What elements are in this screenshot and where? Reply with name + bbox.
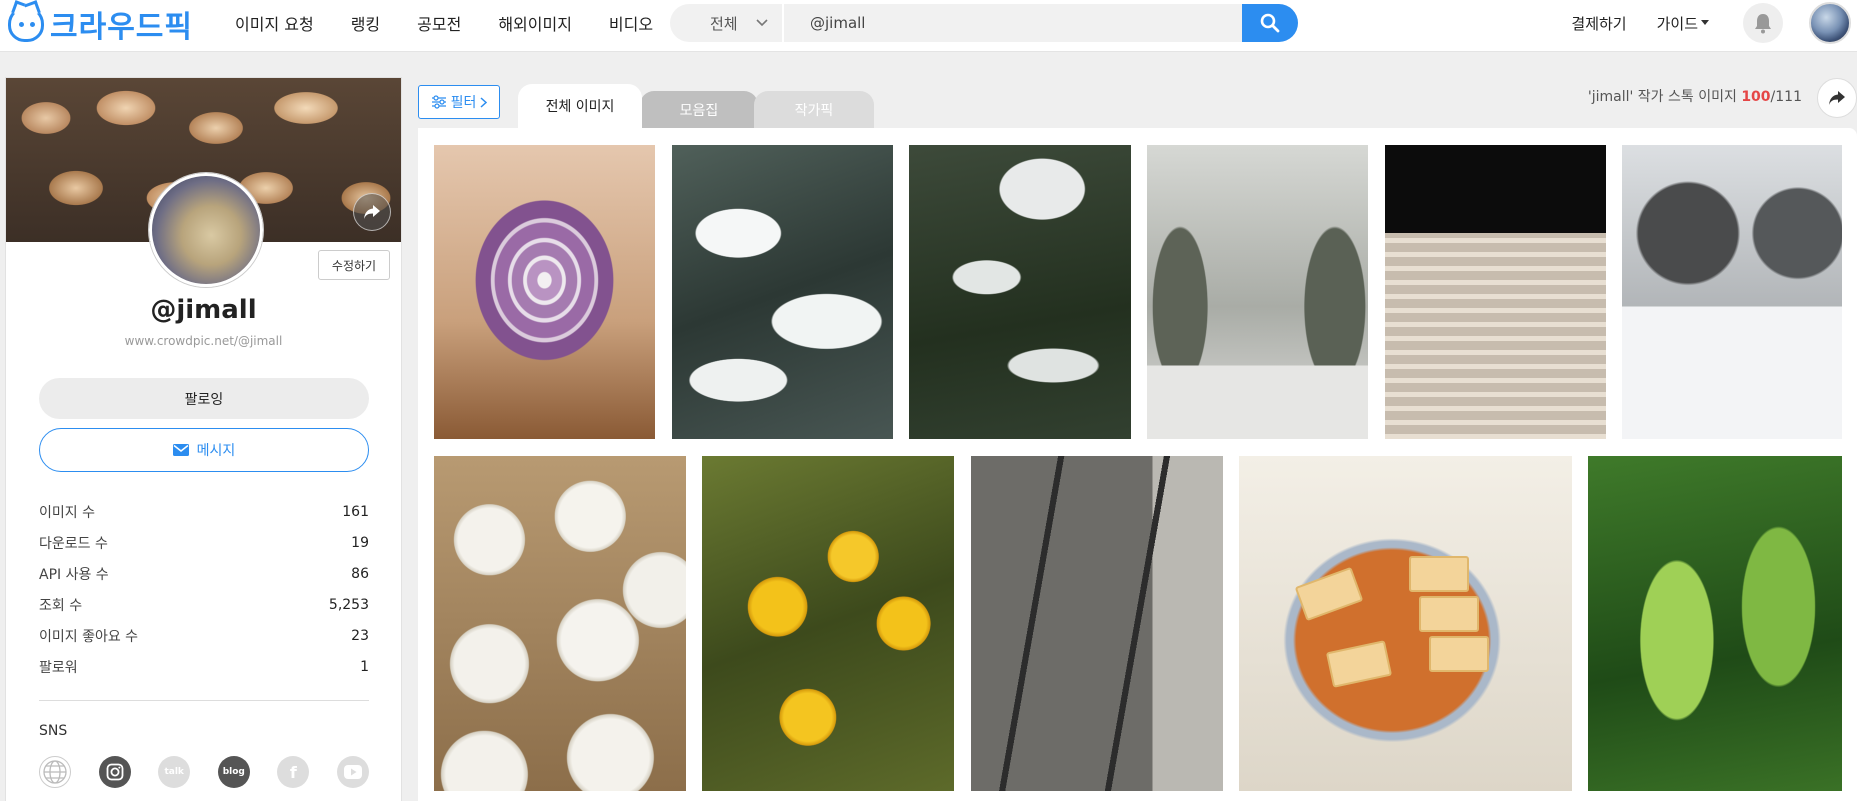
photo-snowy-pine-2[interactable] <box>909 145 1131 439</box>
photo-snowy-park[interactable] <box>1622 145 1842 439</box>
stat-row: 이미지 수 161 <box>39 496 369 527</box>
nav-contest[interactable]: 공모전 <box>417 11 461 35</box>
photo-yellow-flowers[interactable] <box>702 456 954 791</box>
stat-row: API 사용 수 86 <box>39 558 369 589</box>
facebook-icon[interactable]: f <box>277 756 310 788</box>
stat-row: 조회 수 5,253 <box>39 589 369 620</box>
search-category-select[interactable]: 전체 <box>670 4 782 42</box>
stat-label: 이미지 수 <box>39 504 95 521</box>
following-button[interactable]: 팔로잉 <box>39 378 369 419</box>
stat-value: 23 <box>351 627 369 644</box>
stat-value: 161 <box>342 503 369 520</box>
logo-text: 크라우드픽 <box>50 10 193 45</box>
stat-row: 팔로워 1 <box>39 651 369 682</box>
instagram-icon[interactable] <box>98 756 131 788</box>
profile-panel: 수정하기 @jimall www.crowdpic.net/@jimall 팔로… <box>5 77 402 801</box>
stat-value: 19 <box>351 534 369 551</box>
payment-link[interactable]: 결제하기 <box>1571 13 1626 34</box>
blog-icon[interactable]: blog <box>217 756 250 788</box>
stat-row: 이미지 좋아요 수 23 <box>39 620 369 651</box>
filter-sliders-icon <box>431 95 446 109</box>
photo-night-stairs[interactable] <box>1385 145 1606 439</box>
stock-count-value: 100 <box>1741 89 1771 105</box>
share-icon <box>1829 91 1845 105</box>
envelope-icon <box>172 444 189 456</box>
stat-label: 이미지 좋아요 수 <box>39 628 139 645</box>
logo-cat-icon <box>8 6 44 42</box>
stat-label: 조회 수 <box>39 597 83 614</box>
stat-value: 1 <box>360 658 369 675</box>
chevron-right-icon <box>480 96 488 108</box>
guide-label: 가이드 <box>1656 14 1698 33</box>
profile-url: www.crowdpic.net/@jimall <box>124 334 283 348</box>
stat-value: 86 <box>351 565 369 582</box>
stat-label: 팔로워 <box>39 659 78 676</box>
stat-value: 5,253 <box>328 596 369 613</box>
bell-icon <box>1755 14 1771 34</box>
photo-dumplings[interactable] <box>434 456 686 791</box>
profile-username: @jimall <box>150 295 257 325</box>
stat-label: 다운로드 수 <box>39 535 108 552</box>
tab-collections[interactable]: 모음집 <box>640 91 758 128</box>
photo-railway-track[interactable] <box>971 456 1223 791</box>
tab-artist-pick[interactable]: 작가픽 <box>754 91 874 128</box>
sns-links: talk blog f <box>39 756 369 788</box>
stat-label: API 사용 수 <box>39 566 109 583</box>
search-bar: 전체 <box>670 4 1298 42</box>
message-label: 메시지 <box>196 443 236 459</box>
nav-image-request[interactable]: 이미지 요청 <box>235 11 314 35</box>
top-header: 크라우드픽 이미지 요청 랭킹 공모전 해외이미지 비디오 전체 결제하기 가이… <box>0 0 1857 52</box>
gallery-share-button[interactable] <box>1817 78 1857 118</box>
logo[interactable]: 크라우드픽 <box>8 4 193 45</box>
kakaotalk-icon[interactable]: talk <box>158 756 191 788</box>
search-category-value: 전체 <box>710 14 738 33</box>
profile-share-button[interactable] <box>353 193 391 231</box>
photo-snowy-stairs[interactable] <box>1147 145 1368 439</box>
profile-stats: 이미지 수 161 다운로드 수 19 API 사용 수 86 조회 수 5,253 이… <box>39 496 369 682</box>
caret-down-icon <box>1701 20 1709 25</box>
photo-green-leaves[interactable] <box>1588 456 1842 791</box>
globe-icon[interactable] <box>39 756 71 788</box>
chevron-down-icon <box>756 19 768 27</box>
photo-braised-tofu[interactable] <box>1239 456 1572 791</box>
youtube-icon[interactable] <box>336 756 369 788</box>
filter-label: 필터 <box>450 95 477 111</box>
photo-onion[interactable] <box>434 145 655 439</box>
nav-video[interactable]: 비디오 <box>609 11 653 35</box>
search-icon <box>1260 13 1280 33</box>
stock-count: 'jimall' 작가 스톡 이미지 100/111 <box>1588 86 1802 106</box>
profile-avatar <box>149 173 263 287</box>
main-nav: 이미지 요청 랭킹 공모전 해외이미지 비디오 <box>235 0 690 46</box>
message-button[interactable]: 메시지 <box>39 428 369 472</box>
notification-button[interactable] <box>1743 3 1783 43</box>
sns-title: SNS <box>39 723 68 739</box>
stat-row: 다운로드 수 19 <box>39 527 369 558</box>
user-avatar[interactable] <box>1809 2 1851 44</box>
photo-snowy-pine-1[interactable] <box>672 145 893 439</box>
search-input[interactable] <box>784 4 1242 42</box>
nav-ranking[interactable]: 랭킹 <box>351 11 380 35</box>
nav-overseas-images[interactable]: 해외이미지 <box>498 11 572 35</box>
filter-button[interactable]: 필터 <box>418 85 500 119</box>
header-right: 결제하기 가이드 <box>1571 0 1857 46</box>
search-button[interactable] <box>1242 4 1298 42</box>
edit-profile-button[interactable]: 수정하기 <box>318 250 390 280</box>
stock-count-prefix: 'jimall' 작가 스톡 이미지 <box>1587 89 1742 105</box>
stock-count-total: /111 <box>1770 89 1802 105</box>
divider <box>39 700 369 701</box>
tab-all-images[interactable]: 전체 이미지 <box>518 84 642 128</box>
guide-dropdown[interactable]: 가이드 <box>1657 13 1709 34</box>
share-icon <box>364 205 380 219</box>
